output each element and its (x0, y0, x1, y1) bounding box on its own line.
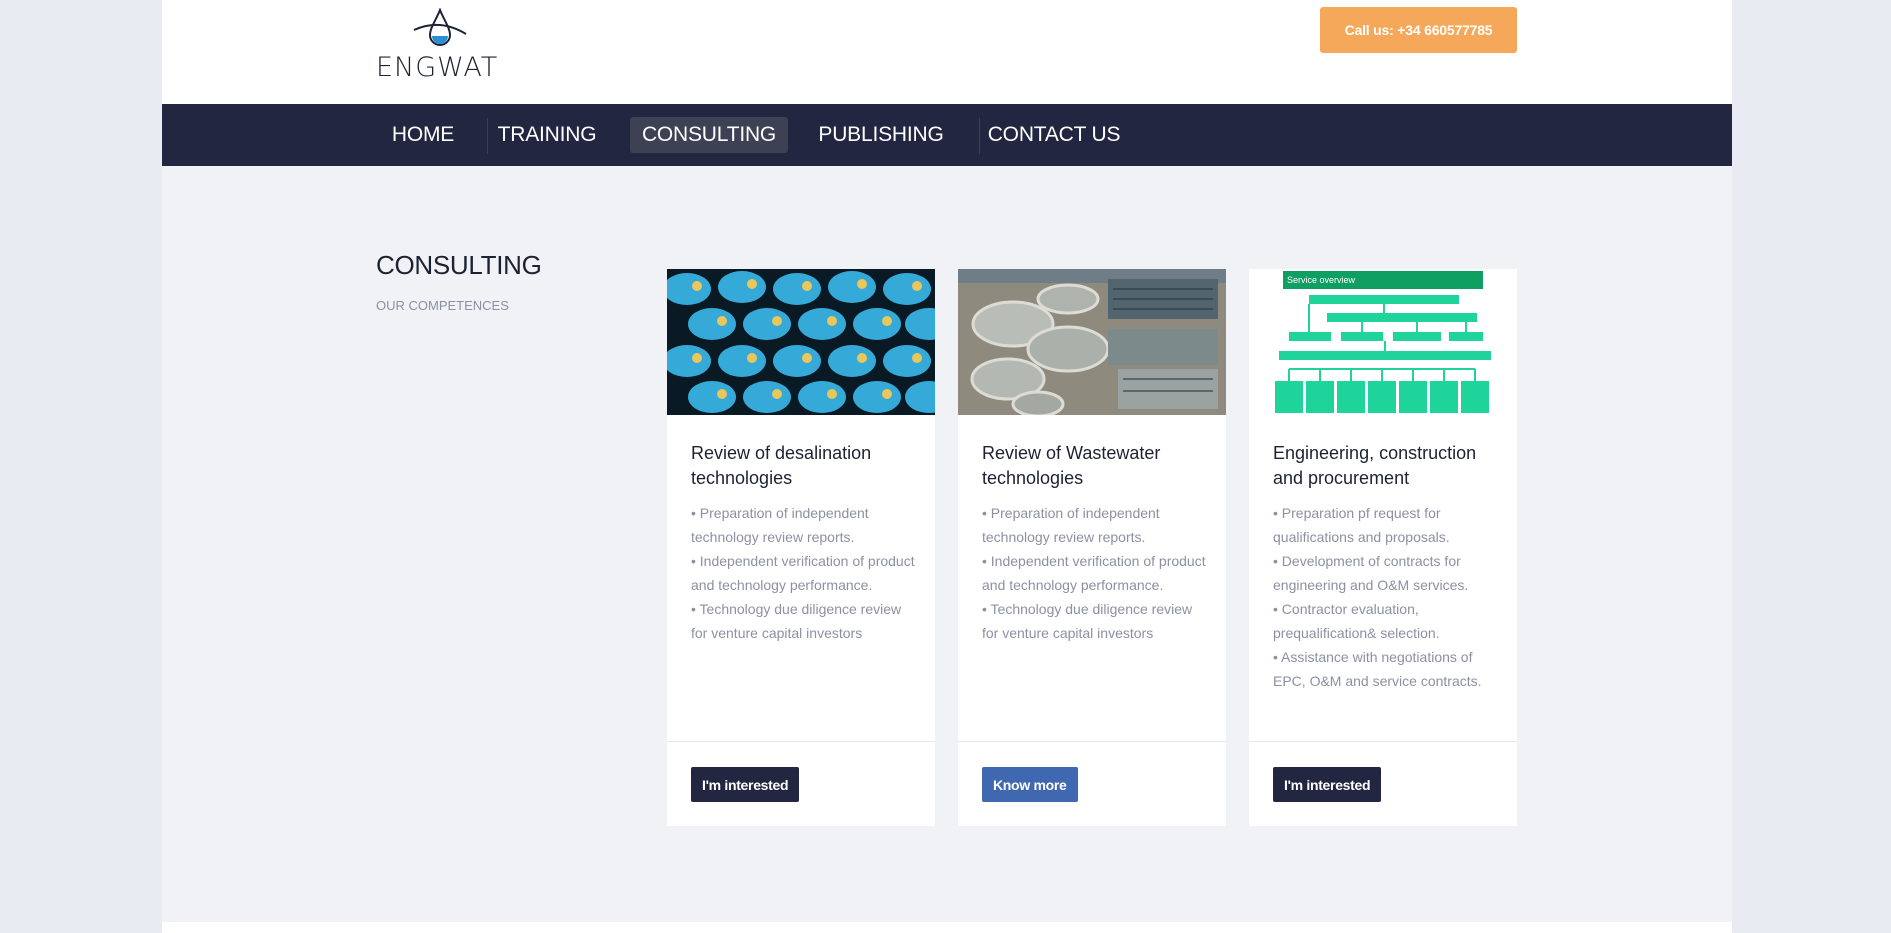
list-item: • Preparation of independent technology … (691, 505, 869, 545)
interested-button[interactable]: I'm interested (691, 767, 800, 802)
card-title: Engineering, construction and procuremen… (1273, 443, 1477, 488)
card-divider (958, 741, 1226, 742)
site-header: ENGWAT Call us: +34 660577785 (162, 0, 1732, 104)
call-us-button[interactable]: Call us: +34 660577785 (1320, 7, 1517, 53)
section-title: CONSULTING (376, 250, 542, 280)
page-frame: ENGWAT Call us: +34 660577785 HOME TRAIN… (162, 0, 1732, 933)
list-item: • Technology due diligence review for ve… (982, 601, 1193, 641)
nav-training[interactable]: TRAINING (492, 117, 602, 153)
desalination-image (667, 269, 935, 415)
card-bullets: • Preparation pf request for qualificati… (1273, 501, 1501, 693)
interested-button[interactable]: I'm interested (1273, 767, 1382, 802)
card-title: Review of desalination technologies (691, 443, 872, 488)
service-card: Review of desalination technologies • Pr… (667, 269, 935, 826)
list-item: • Contractor evaluation, prequalificatio… (1273, 601, 1440, 641)
card-divider (667, 741, 935, 742)
card-divider (1249, 741, 1517, 742)
service-card: Review of Wastewater technologies • Prep… (958, 269, 1226, 826)
list-item: • Development of contracts for engineeri… (1273, 553, 1469, 593)
know-more-button[interactable]: Know more (982, 767, 1078, 802)
service-overview-image: Service overview (1249, 269, 1517, 415)
logo[interactable]: ENGWAT (376, 8, 506, 83)
nav-home[interactable]: HOME (376, 117, 470, 153)
list-item: • Preparation pf request for qualificati… (1273, 505, 1450, 545)
nav-consulting[interactable]: CONSULTING (630, 117, 788, 153)
main-nav: HOME TRAINING CONSULTING PUBLISHING CONT… (162, 104, 1732, 166)
nav-separator (487, 118, 488, 154)
footer-strip (162, 922, 1732, 933)
wastewater-image (958, 269, 1226, 415)
list-item: • Independent verification of product an… (982, 553, 1206, 593)
list-item: • Preparation of independent technology … (982, 505, 1160, 545)
section-subtitle: OUR COMPETENCES (376, 298, 509, 313)
card-title: Review of Wastewater technologies (982, 443, 1161, 488)
water-drop-icon (413, 8, 467, 46)
service-card: Service overview Engineering, constructi… (1249, 269, 1517, 826)
logo-text: ENGWAT (376, 52, 499, 83)
list-item: • Assistance with negotiations of EPC, O… (1273, 649, 1482, 689)
card-bullets: • Preparation of independent technology … (691, 501, 919, 645)
card-bullets: • Preparation of independent technology … (982, 501, 1210, 645)
service-overview-caption: Service overview (1287, 275, 1356, 285)
nav-contact-us[interactable]: CONTACT US (984, 117, 1124, 153)
list-item: • Independent verification of product an… (691, 553, 915, 593)
nav-separator (979, 118, 980, 154)
list-item: • Technology due diligence review for ve… (691, 601, 902, 641)
nav-publishing[interactable]: PUBLISHING (812, 117, 950, 153)
